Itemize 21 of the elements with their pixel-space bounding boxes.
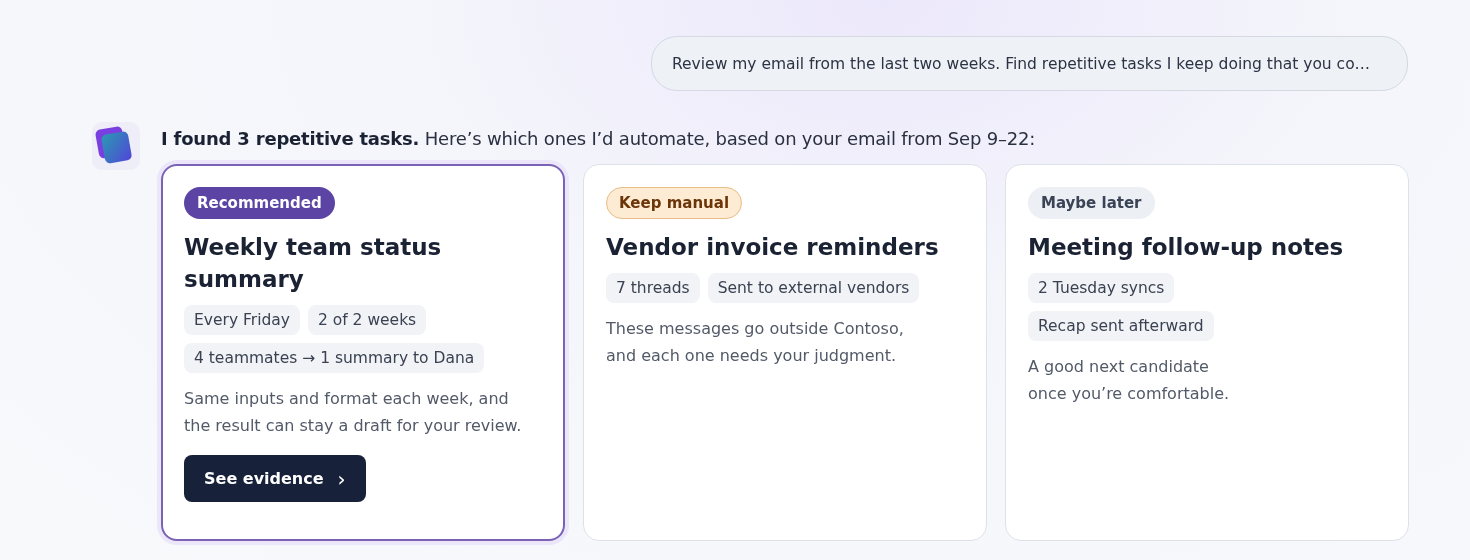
card-description: These messages go outside Contoso, and each one needs your judgment.: [606, 318, 904, 367]
card-description: Same inputs and format each week, and the result can stay a draft for your review.: [184, 388, 522, 437]
see-evidence-button[interactable]: See evidence ›: [184, 455, 366, 502]
tag-chip: Sent to external vendors: [707, 273, 920, 303]
status-badge: Maybe later: [1028, 187, 1155, 219]
card-title: Meeting follow-up notes: [1028, 233, 1344, 262]
tag-chip: Recap sent afterward: [1028, 311, 1214, 341]
tag-chip: 4 teammates → 1 summary to Dana: [184, 343, 485, 373]
assistant-message: I found 3 repetitive tasks. Here’s which ones I’d automate, based on your email from Sep 9–22:: [161, 128, 1037, 149]
tag-chip: 2 of 2 weeks: [307, 305, 427, 335]
tag-chip: Every Friday: [184, 305, 300, 335]
status-badge: Recommended: [184, 187, 335, 219]
card-title: Vendor invoice reminders: [606, 233, 939, 262]
assistant-avatar-icon: [92, 122, 140, 170]
user-message-bubble: Review my email from the last two weeks. Find repetitive tasks I keep doing that you co…: [651, 36, 1408, 91]
tag-chip: 2 Tuesday syncs: [1028, 273, 1175, 303]
tag-chip: 7 threads: [606, 273, 700, 303]
card-description: A good next candidate once you’re comfortable.: [1028, 356, 1230, 405]
status-badge: Keep manual: [606, 187, 743, 219]
card-title: Weekly team status summary: [184, 233, 443, 294]
chevron-icon: ›: [337, 468, 346, 489]
